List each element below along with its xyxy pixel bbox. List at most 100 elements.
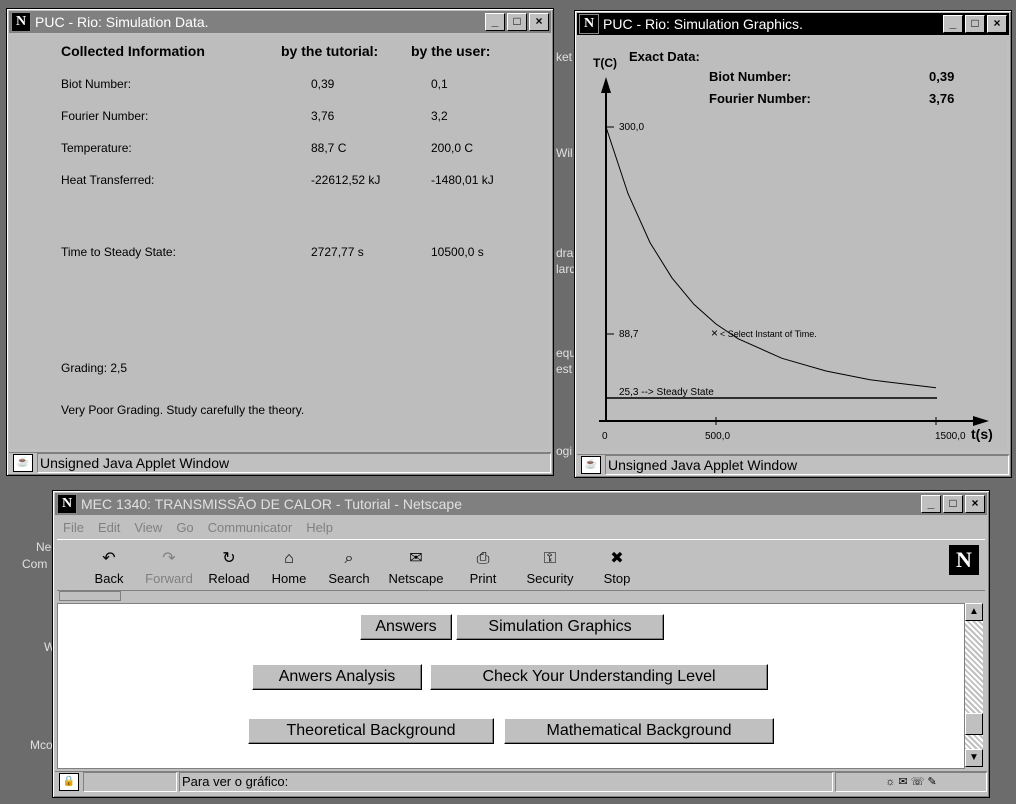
window-title: PUC - Rio: Simulation Graphics. [603, 16, 803, 32]
header-by-tutorial: by the tutorial: [281, 43, 379, 59]
fourier-value: 3,76 [929, 91, 954, 106]
desktop-label: est [556, 362, 573, 376]
scroll-thumb[interactable] [965, 713, 983, 735]
stop-label: Stop [603, 571, 631, 586]
scroll-down-button[interactable]: ▼ [965, 749, 983, 767]
security-label: Security [526, 571, 574, 586]
maximize-button[interactable]: □ [943, 495, 963, 513]
row-tutorial-fourier: 3,76 [311, 109, 335, 123]
lock-icon: ⚿ [543, 550, 557, 567]
theoretical-background-button[interactable]: Theoretical Background [248, 718, 494, 744]
home-icon: ⌂ [284, 550, 294, 567]
browser-status-text: Para ver o gráfico: [179, 772, 833, 792]
menu-bar: File Edit View Go Communicator Help [57, 517, 985, 537]
menu-help[interactable]: Help [306, 520, 333, 535]
vertical-scrollbar[interactable]: ▲ ▼ [965, 603, 983, 767]
security-button[interactable]: ⚿ Security [513, 550, 587, 590]
menu-communicator[interactable]: Communicator [208, 520, 293, 535]
title-bar[interactable]: N PUC - Rio: Simulation Data. _ □ × [9, 11, 551, 33]
row-tutorial-steady-time: 2727,77 s [311, 245, 364, 259]
row-user-temperature: 200,0 C [431, 141, 474, 155]
answers-button[interactable]: Answers [360, 614, 452, 640]
minimize-button[interactable]: _ [921, 495, 941, 513]
security-lock-icon[interactable]: 🔒 [59, 773, 79, 791]
applet-warning-icon: ☕ [581, 456, 601, 474]
biot-label: Biot Number: [709, 69, 791, 84]
maximize-button[interactable]: □ [507, 13, 527, 31]
print-button[interactable]: ⎙ Print [453, 550, 513, 590]
y-axis-label: T(C) [593, 56, 617, 70]
toolbar-tabs[interactable] [59, 591, 121, 601]
title-bar[interactable]: N MEC 1340: TRANSMISSÃO DE CALOR - Tutor… [55, 493, 987, 515]
applet-status-bar: ☕ Unsigned Java Applet Window [9, 452, 551, 473]
back-button[interactable]: ↶ Back [79, 550, 139, 590]
check-understanding-button[interactable]: Check Your Understanding Level [430, 664, 768, 690]
temperature-curve [605, 126, 937, 389]
menu-file[interactable]: File [63, 520, 84, 535]
desktop-label: Mco [30, 738, 53, 752]
netscape-logo-icon: N [11, 12, 31, 32]
component-bar[interactable]: ☼ ✉ ☏ ✎ [835, 772, 987, 792]
close-button[interactable]: × [987, 15, 1007, 33]
row-tutorial-heat: -22612,52 kJ [311, 173, 381, 187]
netscape-browser-window: N MEC 1340: TRANSMISSÃO DE CALOR - Tutor… [52, 490, 990, 798]
x-tick-label-1500: 1500,0 [935, 431, 966, 442]
select-instant-label: < Select Instant of Time. [720, 329, 817, 339]
x-tick-label-500: 500,0 [705, 431, 730, 442]
minimize-button[interactable]: _ [485, 13, 505, 31]
row-label-temperature: Temperature: [61, 141, 132, 155]
mail-icon[interactable]: ✉ [898, 776, 907, 788]
netscape-label: Netscape [388, 571, 444, 586]
data-panel: Collected Information by the tutorial: b… [9, 35, 549, 449]
close-button[interactable]: × [529, 13, 549, 31]
search-button[interactable]: ⌕ Search [319, 550, 379, 590]
simulation-graphics-button[interactable]: Simulation Graphics [456, 614, 664, 640]
desktop-label: lard [556, 262, 577, 276]
stop-button[interactable]: ✖ Stop [587, 550, 647, 590]
row-user-heat: -1480,01 kJ [431, 173, 494, 187]
forward-button[interactable]: ↷ Forward [139, 550, 199, 590]
window-title: MEC 1340: TRANSMISSÃO DE CALOR - Tutoria… [81, 496, 462, 512]
maximize-button[interactable]: □ [965, 15, 985, 33]
netscape-button[interactable]: ✉ Netscape [379, 550, 453, 590]
simulation-data-window: N PUC - Rio: Simulation Data. _ □ × Coll… [6, 8, 554, 476]
header-collected-information: Collected Information [61, 43, 205, 59]
forward-label: Forward [145, 571, 193, 586]
title-bar[interactable]: N PUC - Rio: Simulation Graphics. _ □ × [577, 13, 1009, 35]
mathematical-background-button[interactable]: Mathematical Background [504, 718, 774, 744]
row-user-fourier: 3,2 [431, 109, 448, 123]
temperature-chart[interactable]: T(C) t(s) Exact Data: Biot Number: 0,39 … [577, 37, 1007, 451]
row-label-steady-time: Time to Steady State: [61, 245, 176, 259]
page-content: Answers Simulation Graphics Anwers Analy… [57, 603, 965, 769]
simulation-graphics-window: N PUC - Rio: Simulation Graphics. _ □ × … [574, 10, 1012, 478]
print-icon: ⎙ [476, 550, 490, 567]
menu-go[interactable]: Go [176, 520, 193, 535]
window-title: PUC - Rio: Simulation Data. [35, 14, 209, 30]
stop-icon: ✖ [610, 550, 624, 567]
graphics-panel: T(C) t(s) Exact Data: Biot Number: 0,39 … [577, 37, 1007, 451]
home-button[interactable]: ⌂ Home [259, 550, 319, 590]
desktop-label: dra [556, 246, 574, 260]
discussion-icon[interactable]: ☏ [911, 776, 925, 788]
menu-view[interactable]: View [134, 520, 162, 535]
forward-icon: ↷ [162, 550, 176, 567]
reload-label: Reload [208, 571, 250, 586]
reload-button[interactable]: ↻ Reload [199, 550, 259, 590]
desktop-label: Com [22, 557, 48, 571]
row-user-biot: 0,1 [431, 77, 448, 91]
y-axis-arrow-icon [601, 77, 611, 93]
close-button[interactable]: × [965, 495, 985, 513]
select-instant-marker-icon[interactable]: × [711, 326, 718, 340]
navigator-icon[interactable]: ☼ [885, 776, 895, 788]
applet-status-text: Unsigned Java Applet Window [605, 455, 1009, 475]
row-label-heat: Heat Transferred: [61, 173, 155, 187]
composer-icon[interactable]: ✎ [928, 776, 937, 788]
netscape-throbber-logo[interactable]: N [949, 545, 979, 575]
print-label: Print [469, 571, 497, 586]
minimize-button[interactable]: _ [943, 15, 963, 33]
home-label: Home [271, 571, 307, 586]
menu-edit[interactable]: Edit [98, 520, 120, 535]
answers-analysis-button[interactable]: Anwers Analysis [252, 664, 422, 690]
scroll-up-button[interactable]: ▲ [965, 603, 983, 621]
back-label: Back [94, 571, 124, 586]
